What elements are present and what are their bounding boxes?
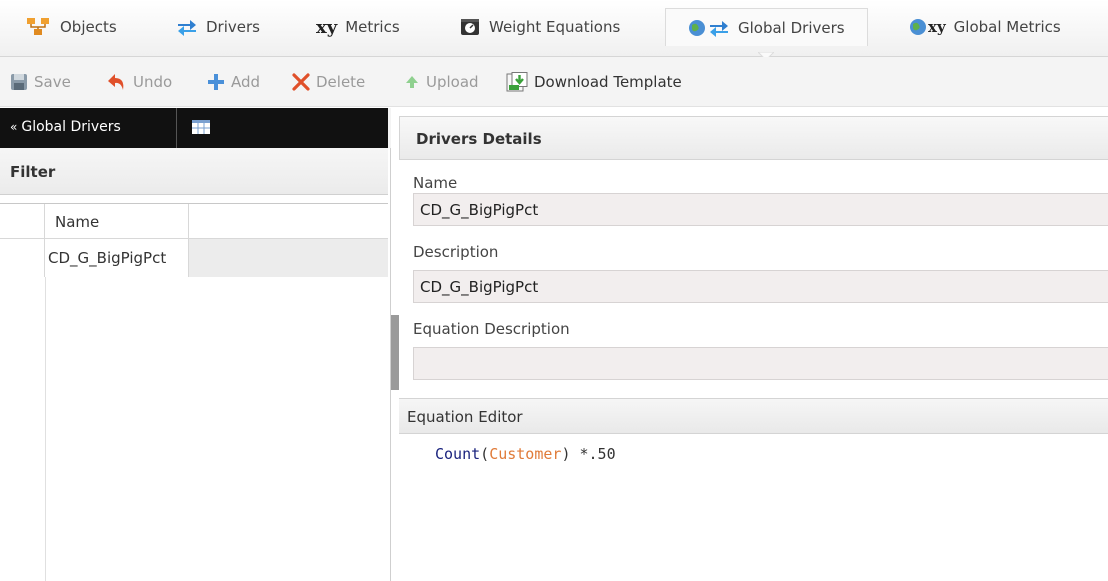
driver-details-panel: Drivers Details Name CD_G_BigPigPct Desc… xyxy=(399,108,1108,581)
description-label: Description xyxy=(413,243,499,261)
code-function: Count xyxy=(435,445,481,463)
tab-label: Drivers xyxy=(206,18,260,36)
add-button[interactable]: Add xyxy=(207,70,260,94)
panel-header: « Global Drivers xyxy=(0,108,391,148)
undo-label: Undo xyxy=(133,73,173,91)
collapse-panel-button[interactable]: « Global Drivers xyxy=(10,119,121,135)
delete-label: Delete xyxy=(316,73,366,91)
equation-editor-code[interactable]: Count(Customer) *.50 xyxy=(435,445,616,463)
details-header: Drivers Details xyxy=(399,116,1108,160)
row-selector-header xyxy=(0,204,45,238)
add-label: Add xyxy=(231,73,261,91)
add-icon xyxy=(207,73,225,91)
tab-label: Metrics xyxy=(345,18,400,36)
header-divider xyxy=(176,108,177,148)
table-row[interactable]: CD_G_BigPigPct xyxy=(0,239,388,277)
active-tab-indicator xyxy=(757,46,776,61)
code-argument: Customer xyxy=(489,445,562,463)
double-chevron-left-icon: « xyxy=(10,120,18,134)
tab-label: Weight Equations xyxy=(489,18,621,36)
equation-editor-header: Equation Editor xyxy=(399,398,1108,434)
grid-column-line xyxy=(45,277,46,581)
save-button[interactable]: Save xyxy=(10,70,71,94)
row-selector[interactable] xyxy=(0,239,45,277)
download-label: Download Template xyxy=(534,73,682,91)
undo-icon xyxy=(105,72,127,92)
details-title: Drivers Details xyxy=(416,130,542,148)
scale-icon xyxy=(459,17,481,37)
code-number: .50 xyxy=(588,445,616,463)
upload-label: Upload xyxy=(426,73,479,91)
drivers-icon xyxy=(176,18,198,36)
filter-section[interactable]: Filter xyxy=(0,148,388,195)
globe-xy-icon: xy xyxy=(909,18,946,36)
filter-label: Filter xyxy=(10,163,56,181)
global-drivers-list-panel: « Global Drivers Filter Name CD_G_BigPig… xyxy=(0,108,391,581)
download-icon xyxy=(506,72,528,92)
delete-icon xyxy=(292,73,310,91)
cell-name[interactable]: CD_G_BigPigPct xyxy=(45,239,189,277)
upload-icon xyxy=(404,73,420,91)
tab-global-metrics[interactable]: xy Global Metrics xyxy=(909,8,1061,46)
row-filler xyxy=(189,239,388,277)
tab-label: Global Metrics xyxy=(953,18,1061,36)
delete-button[interactable]: Delete xyxy=(292,70,365,94)
name-label: Name xyxy=(413,174,458,192)
toolbar: Save Undo Add Delete Upload Download Tem… xyxy=(0,57,1108,107)
panel-splitter-handle[interactable] xyxy=(391,315,399,390)
tab-objects[interactable]: Objects xyxy=(26,8,117,46)
save-label: Save xyxy=(34,73,71,91)
tab-metrics[interactable]: xy Metrics xyxy=(316,8,400,46)
code-operator: * xyxy=(570,445,589,463)
cell-text: CD_G_BigPigPct xyxy=(48,249,167,267)
save-icon xyxy=(10,73,28,91)
equation-description-field[interactable] xyxy=(413,347,1108,380)
column-header-name[interactable]: Name xyxy=(45,204,189,238)
column-header-label: Name xyxy=(55,213,100,231)
grid-view-icon[interactable] xyxy=(192,120,210,138)
download-template-button[interactable]: Download Template xyxy=(506,70,682,94)
globe-drivers-icon xyxy=(688,19,730,37)
xy-metrics-icon: xy xyxy=(316,16,338,38)
grid-header: Name xyxy=(0,203,388,239)
code-open-paren: ( xyxy=(480,445,490,463)
equation-description-label: Equation Description xyxy=(413,320,570,338)
description-value: CD_G_BigPigPct xyxy=(420,278,539,296)
name-value: CD_G_BigPigPct xyxy=(420,201,539,219)
tab-label: Objects xyxy=(60,18,117,36)
equation-editor-title: Equation Editor xyxy=(407,408,523,426)
tab-global-drivers[interactable]: Global Drivers xyxy=(665,8,868,61)
module-tab-bar: Objects Drivers xy Metrics Weight Equati… xyxy=(0,0,1108,61)
tab-drivers[interactable]: Drivers xyxy=(176,8,260,46)
undo-button[interactable]: Undo xyxy=(105,70,172,94)
tab-weight-equations[interactable]: Weight Equations xyxy=(459,8,620,46)
name-field[interactable]: CD_G_BigPigPct xyxy=(413,193,1108,226)
panel-title: Global Drivers xyxy=(21,119,121,135)
objects-icon xyxy=(26,17,52,37)
upload-button[interactable]: Upload xyxy=(404,70,479,94)
tab-label: Global Drivers xyxy=(738,18,845,37)
description-field[interactable]: CD_G_BigPigPct xyxy=(413,270,1108,303)
